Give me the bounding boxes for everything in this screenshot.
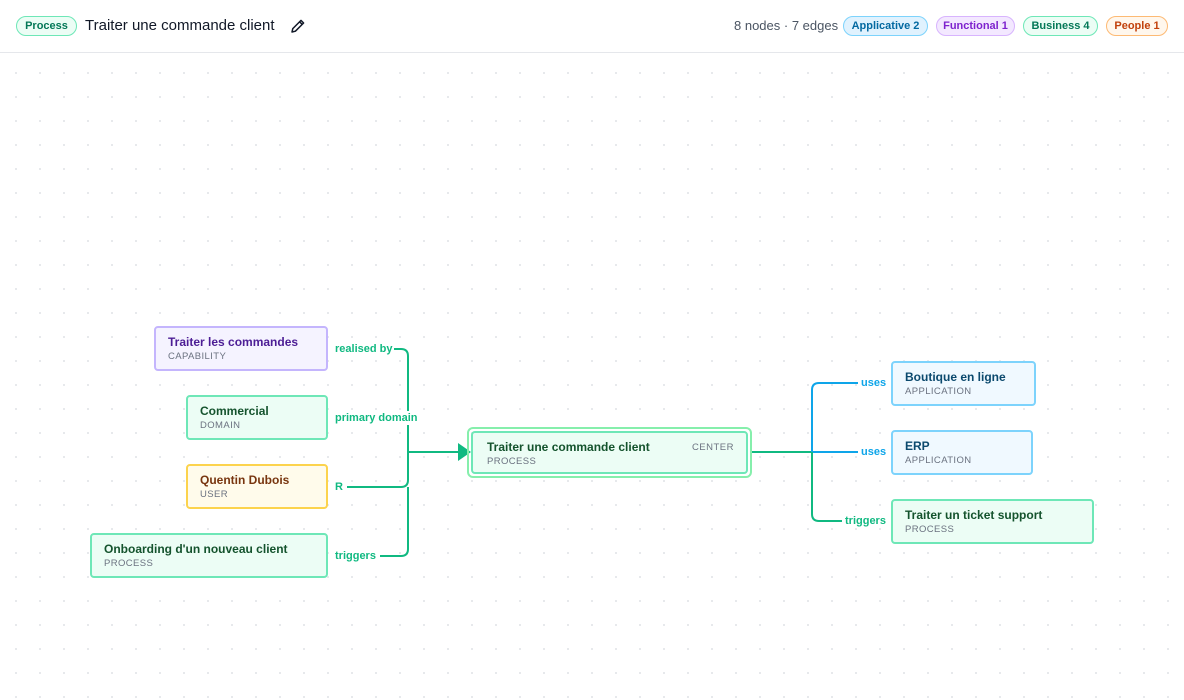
node-process-onboarding[interactable]: Onboarding d'un nouveau client PROCESS [90, 533, 328, 578]
edge-realised-by [394, 348, 409, 452]
node-domain[interactable]: Commercial DOMAIN [186, 395, 328, 440]
node-app-boutique[interactable]: Boutique en ligne APPLICATION [891, 361, 1036, 406]
node-capability[interactable]: Traiter les commandes CAPABILITY [154, 326, 328, 371]
node-type: PROCESS [104, 558, 154, 569]
node-type: DOMAIN [200, 420, 241, 431]
node-type: PROCESS [905, 524, 955, 535]
edge-label-r: R [333, 480, 345, 494]
center-tag: CENTER [691, 442, 734, 453]
edge-label-primary-domain: primary domain [333, 411, 420, 425]
edge-triggers-right [811, 452, 842, 522]
node-title: Commercial [200, 404, 269, 418]
node-type: CAPABILITY [168, 351, 227, 362]
edge-label-triggers-right: triggers [843, 514, 888, 528]
node-title: Traiter un ticket support [905, 508, 1043, 522]
node-title: Quentin Dubois [200, 473, 290, 487]
edge-label-triggers-left: triggers [333, 549, 378, 563]
center-node-card[interactable]: Traiter une commande client PROCESS CENT… [471, 431, 748, 474]
edge-label-uses-erp: uses [859, 445, 889, 459]
node-process-ticket[interactable]: Traiter un ticket support PROCESS [891, 499, 1094, 544]
node-title: ERP [905, 439, 930, 453]
node-title: Onboarding d'un nouveau client [104, 542, 288, 556]
node-type: APPLICATION [905, 455, 972, 466]
center-node-type: PROCESS [487, 456, 537, 467]
node-title: Boutique en ligne [905, 370, 1006, 384]
edge-triggers-left [380, 487, 409, 557]
edge-r [347, 452, 409, 488]
node-title: Traiter les commandes [168, 335, 299, 349]
node-type: USER [200, 489, 228, 500]
center-node[interactable]: Traiter une commande client PROCESS CENT… [467, 427, 752, 478]
node-type: APPLICATION [905, 386, 972, 397]
node-user[interactable]: Quentin Dubois USER [186, 464, 328, 509]
edge-label-uses-boutique: uses [859, 376, 889, 390]
edge-uses-boutique [811, 382, 858, 452]
node-app-erp[interactable]: ERP APPLICATION [891, 430, 1033, 475]
edge-label-realised-by: realised by [333, 342, 395, 356]
